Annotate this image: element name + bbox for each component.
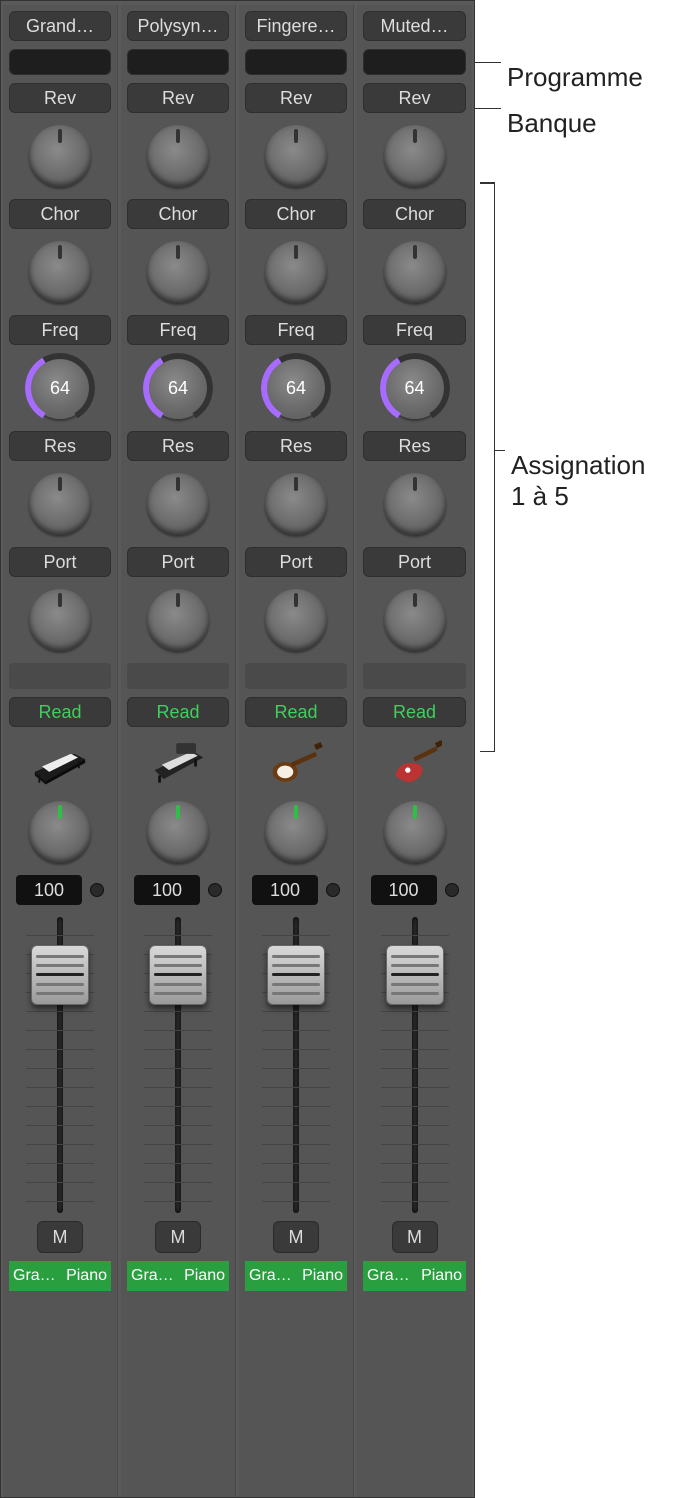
slot5-label[interactable]: Port (127, 547, 229, 577)
slot4-label[interactable]: Res (363, 431, 466, 461)
slot3-label[interactable]: Freq (363, 315, 466, 345)
synth-icon (148, 735, 208, 789)
slot5-knob[interactable] (29, 589, 91, 651)
bank-selector[interactable] (9, 49, 111, 75)
mixer: Grand… Rev Chor Freq 64 Res Port Read 10… (0, 0, 475, 1498)
annotation-program: Programme (501, 62, 643, 93)
slot2-label[interactable]: Chor (9, 199, 111, 229)
automation-mode[interactable]: Read (127, 697, 229, 727)
slot3-label[interactable]: Freq (127, 315, 229, 345)
slot3-knob[interactable]: 64 (29, 357, 91, 419)
bass-icon (266, 735, 326, 789)
automation-mode[interactable]: Read (245, 697, 347, 727)
slot1-knob[interactable] (384, 125, 446, 187)
slot2-knob[interactable] (147, 241, 209, 303)
slot3-knob[interactable]: 64 (147, 357, 209, 419)
mute-button[interactable]: M (392, 1221, 438, 1253)
track-name[interactable]: Gra…Piano (9, 1261, 111, 1291)
slot4-label[interactable]: Res (127, 431, 229, 461)
pan-knob[interactable] (147, 801, 209, 863)
spacer (245, 663, 347, 689)
slot2-knob[interactable] (384, 241, 446, 303)
slot5-knob[interactable] (384, 589, 446, 651)
peak-indicator[interactable] (90, 883, 104, 897)
track-name[interactable]: Gra…Piano (127, 1261, 229, 1291)
program-selector[interactable]: Fingere… (245, 11, 347, 41)
mute-button[interactable]: M (155, 1221, 201, 1253)
slot5-label[interactable]: Port (245, 547, 347, 577)
bank-selector[interactable] (245, 49, 347, 75)
channel-strip: Fingere… Rev Chor Freq 64 Res Port Read … (239, 5, 354, 1497)
volume-readout: 100 (134, 875, 200, 905)
slot1-knob[interactable] (29, 125, 91, 187)
volume-readout: 100 (16, 875, 82, 905)
slot1-label[interactable]: Rev (127, 83, 229, 113)
peak-indicator[interactable] (445, 883, 459, 897)
bank-selector[interactable] (363, 49, 466, 75)
spacer (9, 663, 111, 689)
program-selector[interactable]: Muted… (363, 11, 466, 41)
channel-strip: Polysyn… Rev Chor Freq 64 Res Port Read … (121, 5, 236, 1497)
pan-knob[interactable] (29, 801, 91, 863)
fader-cap[interactable] (267, 945, 325, 1005)
channel-strip: Muted… Rev Chor Freq 64 Res Port Read 10… (357, 5, 472, 1497)
slot5-knob[interactable] (265, 589, 327, 651)
spacer (363, 663, 466, 689)
volume-readout: 100 (252, 875, 318, 905)
peak-indicator[interactable] (326, 883, 340, 897)
fader-cap[interactable] (386, 945, 444, 1005)
fader-cap[interactable] (149, 945, 207, 1005)
bank-selector[interactable] (127, 49, 229, 75)
program-selector[interactable]: Polysyn… (127, 11, 229, 41)
slot2-knob[interactable] (265, 241, 327, 303)
slot4-knob[interactable] (384, 473, 446, 535)
slot2-label[interactable]: Chor (127, 199, 229, 229)
slot1-label[interactable]: Rev (9, 83, 111, 113)
track-name[interactable]: Gra…Piano (245, 1261, 347, 1291)
slot3-knob[interactable]: 64 (265, 357, 327, 419)
volume-fader[interactable] (9, 913, 111, 1213)
volume-fader[interactable] (363, 913, 466, 1213)
volume-fader[interactable] (127, 913, 229, 1213)
annotation-bank: Banque (501, 108, 597, 139)
fader-cap[interactable] (31, 945, 89, 1005)
mute-button[interactable]: M (273, 1221, 319, 1253)
slot4-label[interactable]: Res (245, 431, 347, 461)
slot4-knob[interactable] (29, 473, 91, 535)
program-selector[interactable]: Grand… (9, 11, 111, 41)
slot2-label[interactable]: Chor (245, 199, 347, 229)
annotation-assign: Assignation 1 à 5 (505, 450, 645, 512)
pan-knob[interactable] (384, 801, 446, 863)
slot5-label[interactable]: Port (9, 547, 111, 577)
guitar-icon (385, 735, 445, 789)
spacer (127, 663, 229, 689)
annotation-panel: Programme Banque Assignation 1 à 5 (475, 0, 694, 1498)
slot4-knob[interactable] (265, 473, 327, 535)
slot3-label[interactable]: Freq (9, 315, 111, 345)
slot1-knob[interactable] (147, 125, 209, 187)
pan-knob[interactable] (265, 801, 327, 863)
slot3-knob[interactable]: 64 (384, 357, 446, 419)
slot5-label[interactable]: Port (363, 547, 466, 577)
slot1-knob[interactable] (265, 125, 327, 187)
slot3-label[interactable]: Freq (245, 315, 347, 345)
track-name[interactable]: Gra…Piano (363, 1261, 466, 1291)
peak-indicator[interactable] (208, 883, 222, 897)
volume-readout: 100 (371, 875, 437, 905)
slot4-knob[interactable] (147, 473, 209, 535)
mute-button[interactable]: M (37, 1221, 83, 1253)
channel-strip: Grand… Rev Chor Freq 64 Res Port Read 10… (3, 5, 118, 1497)
slot2-knob[interactable] (29, 241, 91, 303)
slot1-label[interactable]: Rev (363, 83, 466, 113)
slot5-knob[interactable] (147, 589, 209, 651)
slot2-label[interactable]: Chor (363, 199, 466, 229)
automation-mode[interactable]: Read (363, 697, 466, 727)
volume-fader[interactable] (245, 913, 347, 1213)
slot1-label[interactable]: Rev (245, 83, 347, 113)
piano-icon (30, 735, 90, 789)
slot4-label[interactable]: Res (9, 431, 111, 461)
automation-mode[interactable]: Read (9, 697, 111, 727)
